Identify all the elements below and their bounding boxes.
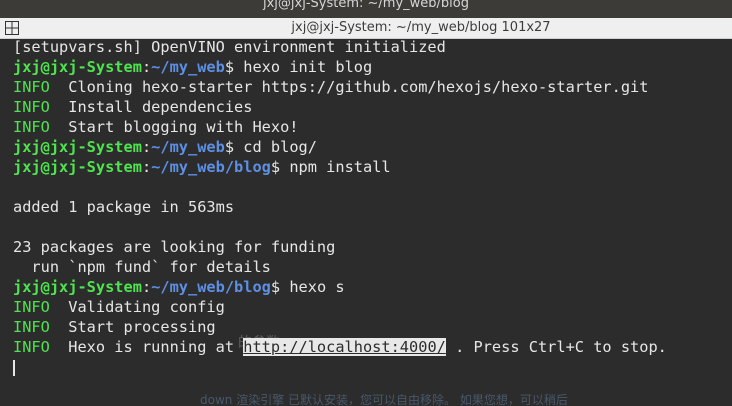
terminal-line: INFO Validating config [13, 297, 667, 317]
window-title: jxj@jxj-System: ~/my_web/blog 101x27 [291, 20, 551, 35]
command-text: hexo init blog [243, 58, 373, 76]
terminal-area[interactable]: 的参数。 [setupvars.sh] OpenVINO environment… [0, 39, 732, 406]
info-text: . Press Ctrl+C to stop. [445, 338, 667, 356]
command-text: cd blog/ [243, 138, 317, 156]
info-tag: INFO [13, 338, 50, 356]
terminal-line: INFO Install dependencies [13, 97, 667, 117]
prompt-separator: : [141, 278, 152, 296]
terminal-line: INFO Cloning hexo-starter https://github… [13, 77, 667, 97]
terminal-line: 23 packages are looking for funding [13, 237, 667, 257]
terminal-line: jxj@jxj-System:~/my_web$ hexo init blog [13, 57, 667, 77]
info-text: Start blogging with Hexo! [49, 118, 299, 136]
prompt-symbol: $ [270, 158, 290, 176]
command-text: hexo s [289, 278, 345, 296]
terminal-line: jxj@jxj-System:~/my_web/blog$ hexo s [13, 277, 667, 297]
prompt-symbol: $ [224, 138, 244, 156]
output-text: 23 packages are looking for funding [13, 238, 336, 256]
terminal-line: jxj@jxj-System:~/my_web$ cd blog/ [13, 137, 667, 157]
terminal-titlebar[interactable]: jxj@jxj-System: ~/my_web/blog 101x27 [0, 18, 732, 39]
terminal-line: INFO Start processing [13, 317, 667, 337]
prompt-path: ~/my_web/blog [151, 158, 271, 176]
terminal-line: run `npm fund` for details [13, 257, 667, 277]
info-text: Install dependencies [49, 98, 253, 116]
info-text: Start processing [49, 318, 216, 336]
localhost-link[interactable]: http://localhost:4000/ [243, 338, 446, 356]
info-tag: INFO [13, 298, 50, 316]
prompt-symbol: $ [224, 58, 244, 76]
prompt-user: jxj@jxj-System [13, 158, 142, 176]
info-tag: INFO [13, 78, 50, 96]
prompt-separator: : [141, 58, 152, 76]
background-text-bottom: down 渲染引擎 已默认安装，您可以自由移除。 如果您想，可以稍后 [200, 394, 568, 406]
output-text: added 1 package in 563ms [13, 198, 235, 216]
prompt-separator: : [141, 158, 152, 176]
terminal-line: INFO Hexo is running at http://localhost… [13, 337, 667, 357]
prompt-separator: : [141, 138, 152, 156]
command-text: npm install [289, 158, 391, 176]
terminal-line [13, 357, 667, 377]
terminal-line: jxj@jxj-System:~/my_web/blog$ npm instal… [13, 157, 667, 177]
info-text: Validating config [49, 298, 225, 316]
prompt-user: jxj@jxj-System [13, 58, 142, 76]
prompt-path: ~/my_web [151, 58, 225, 76]
prompt-symbol: $ [270, 278, 290, 296]
info-tag: INFO [13, 118, 50, 136]
terminal-line: [setupvars.sh] OpenVINO environment init… [13, 39, 667, 57]
info-tag: INFO [13, 98, 50, 116]
prompt-path: ~/my_web/blog [151, 278, 271, 296]
prompt-user: jxj@jxj-System [13, 278, 142, 296]
terminal-line: INFO Start blogging with Hexo! [13, 117, 667, 137]
info-text: Cloning hexo-starter https://github.com/… [49, 78, 649, 96]
info-tag: INFO [13, 318, 50, 336]
terminal-line: added 1 package in 563ms [13, 197, 667, 217]
output-text: run `npm fund` for details [13, 258, 271, 276]
terminal-output: [setupvars.sh] OpenVINO environment init… [13, 39, 667, 377]
output-text: [setupvars.sh] OpenVINO environment init… [13, 39, 446, 56]
text-cursor [13, 359, 15, 376]
prompt-user: jxj@jxj-System [13, 138, 142, 156]
background-window-title: jxj@jxj-System: ~/my_web/blog [0, 0, 732, 18]
info-text: Hexo is running at [49, 338, 244, 356]
prompt-path: ~/my_web [151, 138, 225, 156]
